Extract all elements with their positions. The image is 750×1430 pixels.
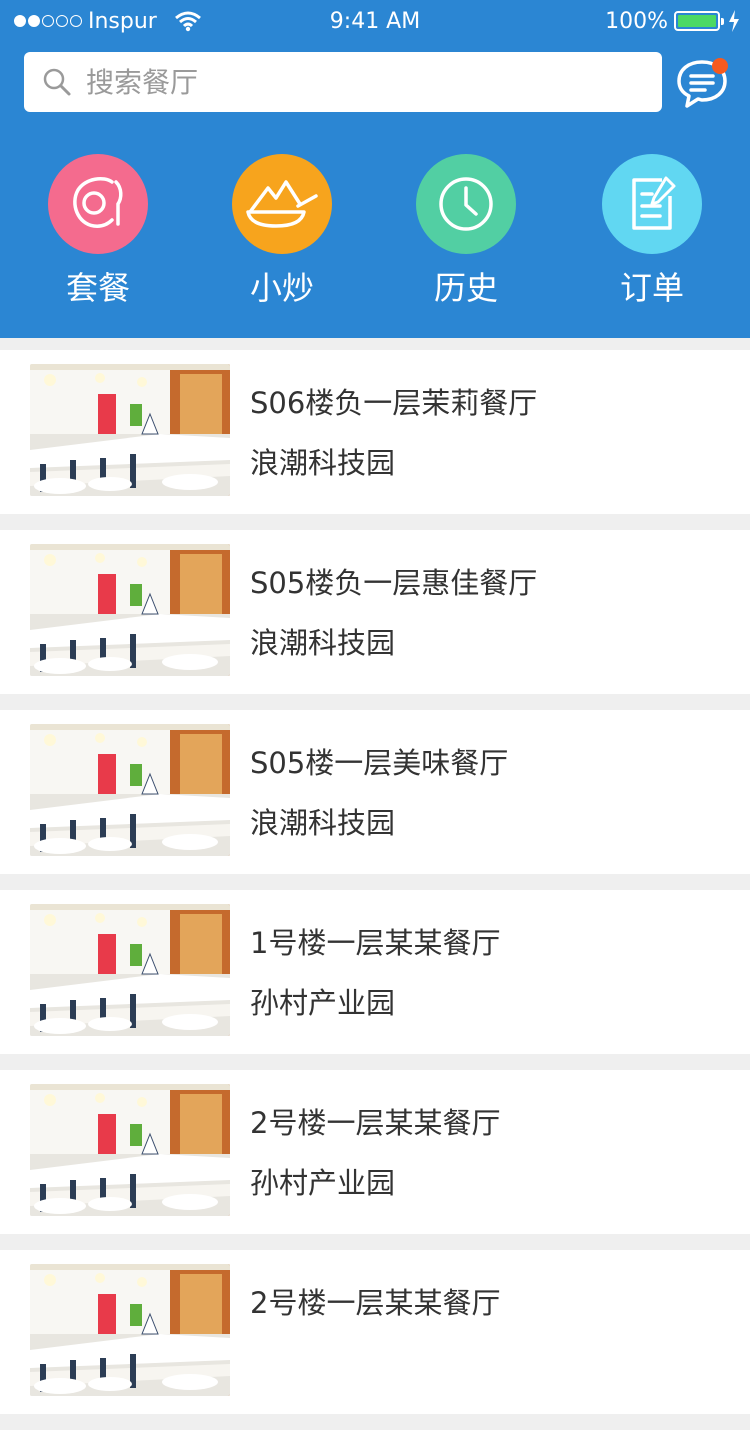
category-set-meal[interactable]: 套餐 [28, 154, 168, 306]
restaurant-photo [30, 364, 230, 496]
charging-icon [728, 10, 740, 38]
restaurant-location: 浪潮科技园 [250, 806, 396, 840]
category-label: 订单 [619, 269, 684, 307]
restaurant-item[interactable]: 2号楼一层某某餐厅 [0, 1250, 750, 1414]
battery-percentage: 100% [605, 9, 668, 34]
category-history[interactable]: 历史 [396, 154, 536, 306]
clock-icon [416, 154, 516, 254]
dish-icon [232, 154, 332, 254]
restaurant-name: 1号楼一层某某餐厅 [250, 926, 501, 960]
status-bar: Inspur 9:41 AM 100% [0, 0, 750, 44]
notification-badge [712, 58, 728, 74]
category-orders[interactable]: 订单 [582, 154, 722, 306]
category-stir-fry[interactable]: 小炒 [212, 154, 352, 306]
restaurant-list: S06楼负一层茉莉餐厅 浪潮科技园 S05楼负一层惠佳餐厅 浪潮科技园 S05楼… [0, 350, 750, 1430]
restaurant-location: 浪潮科技园 [250, 626, 396, 660]
plate-icon [48, 154, 148, 254]
restaurant-name: S05楼一层美味餐厅 [250, 746, 509, 780]
header: Inspur 9:41 AM 100% 搜索餐厅 套餐 小炒 历史 订单 [0, 0, 750, 338]
restaurant-photo [30, 724, 230, 856]
restaurant-item[interactable]: S05楼一层美味餐厅 浪潮科技园 [0, 710, 750, 874]
restaurant-name: S05楼负一层惠佳餐厅 [250, 566, 538, 600]
restaurant-photo [30, 1264, 230, 1396]
restaurant-item[interactable]: S06楼负一层茉莉餐厅 浪潮科技园 [0, 350, 750, 514]
restaurant-location: 浪潮科技园 [250, 446, 396, 480]
restaurant-name: S06楼负一层茉莉餐厅 [250, 386, 538, 420]
restaurant-photo [30, 544, 230, 676]
restaurant-name: 2号楼一层某某餐厅 [250, 1106, 501, 1140]
search-icon [42, 67, 72, 101]
search-input[interactable] [86, 52, 646, 112]
restaurant-name: 2号楼一层某某餐厅 [250, 1286, 501, 1320]
restaurant-location: 孙村产业园 [250, 986, 396, 1020]
restaurant-photo [30, 1084, 230, 1216]
category-label: 套餐 [65, 269, 130, 307]
restaurant-photo [30, 904, 230, 1036]
category-label: 小炒 [249, 269, 314, 307]
restaurant-item[interactable]: S05楼负一层惠佳餐厅 浪潮科技园 [0, 530, 750, 694]
order-icon [602, 154, 702, 254]
restaurant-item[interactable]: 1号楼一层某某餐厅 孙村产业园 [0, 890, 750, 1054]
category-label: 历史 [433, 269, 498, 307]
battery-icon [674, 11, 724, 31]
restaurant-location: 孙村产业园 [250, 1166, 396, 1200]
restaurant-item[interactable]: 2号楼一层某某餐厅 孙村产业园 [0, 1070, 750, 1234]
search-bar[interactable] [24, 52, 662, 112]
